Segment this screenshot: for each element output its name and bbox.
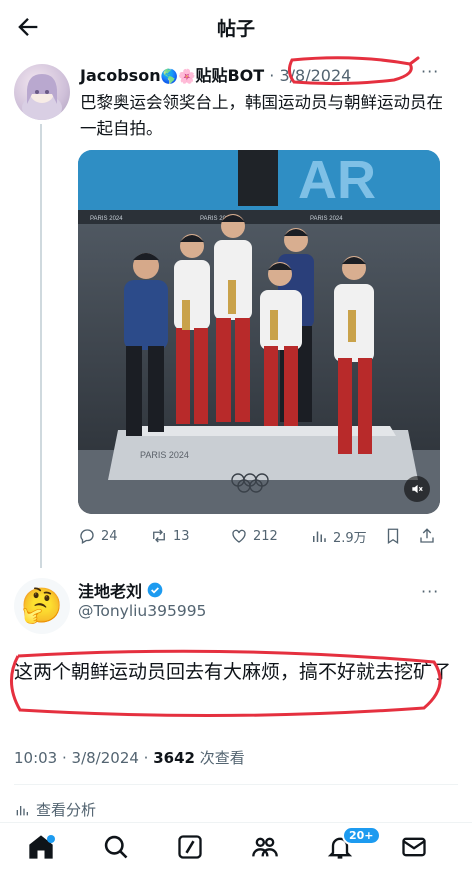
- home-unread-dot: [47, 835, 55, 843]
- banner-text: PARIS 2024: [90, 216, 123, 222]
- verified-badge-icon: [147, 582, 163, 598]
- reply-meta: 10:03 · 3/8/2024 · 3642 次查看: [14, 747, 245, 768]
- search-icon[interactable]: [102, 833, 132, 863]
- author-avatar[interactable]: [14, 64, 70, 120]
- share-action[interactable]: [418, 524, 441, 548]
- post-video[interactable]: AR PARIS 2024 PARIS 2024 PARIS 2024 PARI…: [78, 150, 440, 514]
- views-action[interactable]: 2.9万: [310, 524, 367, 548]
- views-count: 2.9万: [333, 530, 367, 546]
- repost-count: 13: [173, 528, 190, 544]
- reply-view-count: 3642: [153, 749, 195, 767]
- top-bar: 帖子: [0, 0, 472, 54]
- reply-action[interactable]: 24: [78, 524, 118, 548]
- like-action[interactable]: 212: [230, 524, 278, 548]
- reply-author-row: 洼地老刘: [78, 578, 163, 602]
- communities-icon[interactable]: [251, 833, 281, 863]
- reply-timestamp[interactable]: 10:03 · 3/8/2024 ·: [14, 749, 153, 767]
- view-analytics-link[interactable]: 查看分析: [14, 799, 96, 820]
- messages-icon[interactable]: [400, 833, 430, 863]
- reply-more-options-icon[interactable]: ···: [421, 582, 439, 601]
- author-name-suffix[interactable]: 贴贴BOT: [195, 66, 264, 85]
- thread-connector: [40, 124, 42, 568]
- reply-icon: [80, 529, 94, 544]
- bottom-nav: 20+: [0, 822, 472, 885]
- author-emojis: 🌎🌸: [160, 69, 196, 85]
- notifications-bell-icon[interactable]: 20+: [326, 826, 381, 863]
- reply-author-name[interactable]: 洼地老刘: [78, 578, 142, 602]
- bookmark-action[interactable]: [384, 524, 407, 548]
- post-text: 巴黎奥运会领奖台上，韩国运动员与朝鲜运动员在一起自拍。: [80, 93, 443, 138]
- reply-author-handle[interactable]: @Tonyliu395995: [78, 602, 206, 620]
- analytics-icon: [16, 805, 28, 815]
- video-frame: AR PARIS 2024 PARIS 2024 PARIS 2024 PARI…: [78, 150, 440, 514]
- author-name[interactable]: Jacobson: [80, 66, 161, 85]
- reply-author-avatar[interactable]: 🤔: [14, 578, 70, 634]
- reply-count: 24: [101, 528, 118, 544]
- bookmark-icon: [387, 528, 399, 545]
- analytics-label: 查看分析: [36, 801, 97, 819]
- more-options-icon[interactable]: ···: [421, 62, 439, 81]
- annotation-circle-date: [287, 56, 420, 86]
- divider: [14, 784, 458, 785]
- notifications-badge: 20+: [342, 826, 381, 845]
- like-count: 212: [253, 528, 278, 544]
- podium-text: PARIS 2024: [140, 450, 189, 460]
- banner-text-3: PARIS 2024: [310, 216, 343, 222]
- page-title: 帖子: [216, 18, 255, 40]
- repost-action[interactable]: 13: [150, 524, 190, 548]
- grok-icon[interactable]: [176, 833, 206, 863]
- share-icon: [420, 528, 434, 543]
- annotation-circle-reply: [10, 649, 442, 718]
- bg-letters: AR: [298, 150, 376, 210]
- home-icon[interactable]: [27, 833, 57, 863]
- mute-icon[interactable]: [404, 476, 430, 502]
- post-actions: 24 13 212 2.9万: [78, 524, 450, 548]
- reply-view-label: 次查看: [194, 749, 245, 767]
- views-icon: [313, 531, 326, 542]
- repost-icon: [153, 529, 165, 543]
- heart-icon: [232, 529, 246, 543]
